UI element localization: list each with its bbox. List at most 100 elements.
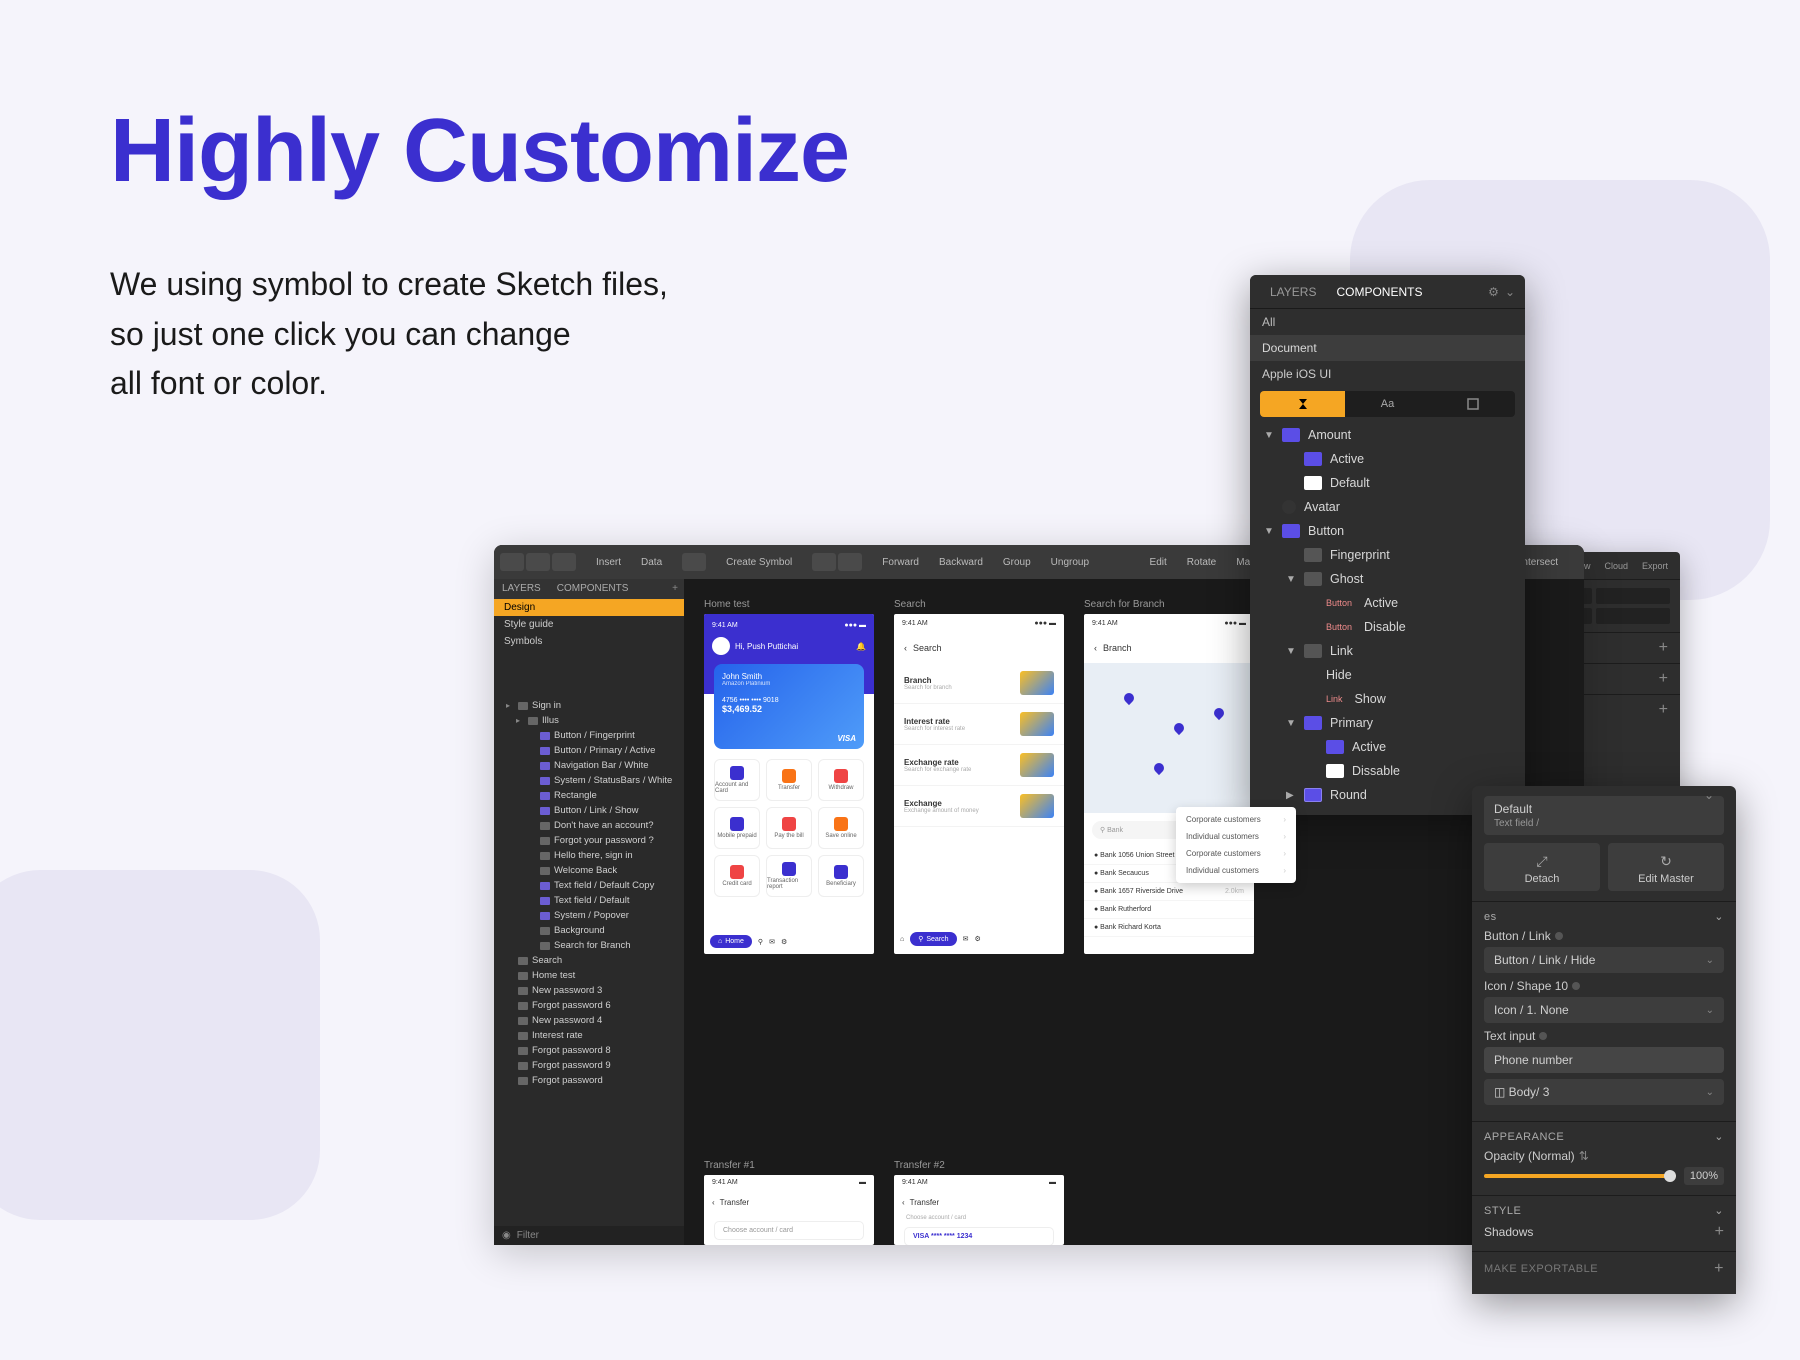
layer-row[interactable]: Welcome Back	[494, 863, 684, 878]
layer-row[interactable]: Button / Link / Show	[494, 803, 684, 818]
layer-row[interactable]: Don't have an account?	[494, 818, 684, 833]
plus-icon[interactable]: +	[1659, 639, 1668, 657]
map-pin-icon[interactable]	[1212, 706, 1226, 720]
tb-paint-icon[interactable]	[552, 553, 576, 571]
layer-row[interactable]: Search	[494, 953, 684, 968]
layer-row[interactable]: Interest rate	[494, 1028, 684, 1043]
component-tree-item[interactable]: ButtonActive	[1250, 591, 1525, 615]
action-tile[interactable]: Save online	[818, 807, 864, 849]
layer-row[interactable]: Forgot your password ?	[494, 833, 684, 848]
layer-row[interactable]: New password 3	[494, 983, 684, 998]
cloud-tab[interactable]: Cloud	[1604, 561, 1628, 571]
filter-library[interactable]: Apple iOS UI	[1250, 361, 1525, 387]
component-tree-item[interactable]: ▼Ghost	[1250, 567, 1525, 591]
map-pin-icon[interactable]	[1152, 761, 1166, 775]
branch-row[interactable]: ● Bank Richard Korta	[1084, 919, 1254, 937]
component-tree-item[interactable]: Active	[1250, 447, 1525, 471]
back-icon[interactable]: ‹	[904, 643, 907, 653]
layer-row[interactable]: Text field / Default	[494, 893, 684, 908]
action-tile[interactable]: Transfer	[766, 759, 812, 801]
search-category[interactable]: ExchangeExchange amount of money	[894, 786, 1064, 827]
layer-row[interactable]: Navigation Bar / White	[494, 758, 684, 773]
action-tile[interactable]: Credit card	[714, 855, 760, 897]
artboard-label[interactable]: Search for Branch	[1084, 599, 1254, 610]
override-select[interactable]: Button / Link / Hide⌄	[1484, 947, 1724, 973]
artboard-label[interactable]: Transfer #2	[894, 1160, 1064, 1171]
component-tree-item[interactable]: ButtonDisable	[1250, 615, 1525, 639]
layer-row[interactable]: Forgot password 9	[494, 1058, 684, 1073]
action-tile[interactable]: Transaction report	[766, 855, 812, 897]
dropdown-item[interactable]: Corporate customers›	[1176, 811, 1296, 828]
layer-row[interactable]: Text field / Default Copy	[494, 878, 684, 893]
action-tile[interactable]: Pay the bill	[766, 807, 812, 849]
layer-row[interactable]: Rectangle	[494, 788, 684, 803]
branch-row[interactable]: ● Bank Rutherford	[1084, 901, 1254, 919]
add-shadow-button[interactable]: +	[1715, 1223, 1724, 1241]
tb-plus-icon[interactable]	[500, 553, 524, 571]
slider-thumb[interactable]	[1664, 1170, 1676, 1182]
gear-icon[interactable]: ⚙	[781, 938, 787, 946]
component-tree-item[interactable]: Dissable	[1250, 759, 1525, 783]
action-tile[interactable]: Account and Card	[714, 759, 760, 801]
component-tree-item[interactable]: Default	[1250, 471, 1525, 495]
text-override-input[interactable]: Phone number	[1484, 1047, 1724, 1073]
tb-group[interactable]: Group	[1003, 557, 1031, 568]
component-tree-item[interactable]: Hide	[1250, 663, 1525, 687]
dropdown-item[interactable]: Corporate customers›	[1176, 845, 1296, 862]
chevron-updown-icon[interactable]: ⇅	[1579, 1149, 1589, 1163]
component-tree-item[interactable]: ▼Link	[1250, 639, 1525, 663]
chevron-down-icon[interactable]: ⌄	[1714, 1204, 1724, 1217]
seg-symbols-icon[interactable]	[1260, 391, 1345, 417]
edit-master-button[interactable]: ↻Edit Master	[1608, 843, 1724, 891]
bell-icon[interactable]: 🔔	[856, 642, 866, 651]
page-design[interactable]: Design	[494, 599, 684, 616]
tb-shape-icon[interactable]	[526, 553, 550, 571]
dropdown-menu[interactable]: Corporate customers›Individual customers…	[1176, 807, 1296, 883]
plus-icon[interactable]: +	[666, 579, 684, 599]
filter-all[interactable]: All	[1250, 309, 1525, 335]
map-pin-icon[interactable]	[1172, 721, 1186, 735]
tb-backward[interactable]: Backward	[939, 557, 983, 568]
nav-search[interactable]: ⚲Search	[910, 932, 956, 946]
home-icon[interactable]: ⌂	[900, 936, 904, 943]
layer-row[interactable]: Button / Primary / Active	[494, 743, 684, 758]
tb-rotate[interactable]: Rotate	[1187, 557, 1216, 568]
back-icon[interactable]: ‹	[712, 1198, 715, 1207]
nav-home[interactable]: ⌂Home	[710, 935, 752, 948]
opacity-value[interactable]: 100%	[1684, 1167, 1724, 1185]
artboard-search[interactable]: 9:41 AM●●● ▬ ‹Search BranchSearch for br…	[894, 614, 1064, 954]
component-tree-item[interactable]: ▼Amount	[1250, 423, 1525, 447]
detach-button[interactable]: ⤢Detach	[1484, 843, 1600, 891]
tab-layers[interactable]: LAYERS	[1260, 285, 1326, 299]
action-tile[interactable]: Mobile prepaid	[714, 807, 760, 849]
layer-row[interactable]: System / Popover	[494, 908, 684, 923]
artboard-label[interactable]: Search	[894, 599, 1064, 610]
back-icon[interactable]: ‹	[1094, 643, 1097, 653]
layer-row[interactable]: ▸Sign in	[494, 698, 684, 713]
layer-row[interactable]: Home test	[494, 968, 684, 983]
plus-icon[interactable]: +	[1659, 670, 1668, 688]
tab-components[interactable]: COMPONENTS	[1326, 285, 1432, 299]
tb-insert[interactable]: Insert	[596, 557, 621, 568]
artboard-home[interactable]: 9:41 AM●●● ▬ Hi, Push Puttichai🔔 John Sm…	[704, 614, 874, 954]
component-tree-item[interactable]: Active	[1250, 735, 1525, 759]
layer-row[interactable]: New password 4	[494, 1013, 684, 1028]
page-styleguide[interactable]: Style guide	[494, 616, 684, 633]
layer-row[interactable]: Hello there, sign in	[494, 848, 684, 863]
add-export-button[interactable]: +	[1714, 1260, 1724, 1278]
layer-row[interactable]: Button / Fingerprint	[494, 728, 684, 743]
back-icon[interactable]: ‹	[902, 1198, 905, 1207]
text-style-select[interactable]: ◫ Body/ 3⌄	[1484, 1079, 1724, 1105]
component-tree-item[interactable]: ▼Primary	[1250, 711, 1525, 735]
artboard-transfer1[interactable]: 9:41 AM▬ ‹Transfer Choose account / card…	[704, 1175, 874, 1245]
tb-createsymbol[interactable]: Create Symbol	[726, 557, 792, 568]
layer-row[interactable]: Forgot password	[494, 1073, 684, 1088]
artboard-branch[interactable]: 9:41 AM●●● ▬ ‹Branch ⚲ Bank ● Bank 1056 …	[1084, 614, 1254, 954]
mail-icon[interactable]: ✉	[769, 938, 775, 946]
mail-icon[interactable]: ✉	[963, 935, 969, 943]
filter-document[interactable]: Document	[1250, 335, 1525, 361]
tb-forward[interactable]: Forward	[882, 557, 919, 568]
action-tile[interactable]: Withdraw	[818, 759, 864, 801]
tb-symbol-icon[interactable]	[682, 553, 706, 571]
artboard-label[interactable]: Home test	[704, 599, 874, 610]
